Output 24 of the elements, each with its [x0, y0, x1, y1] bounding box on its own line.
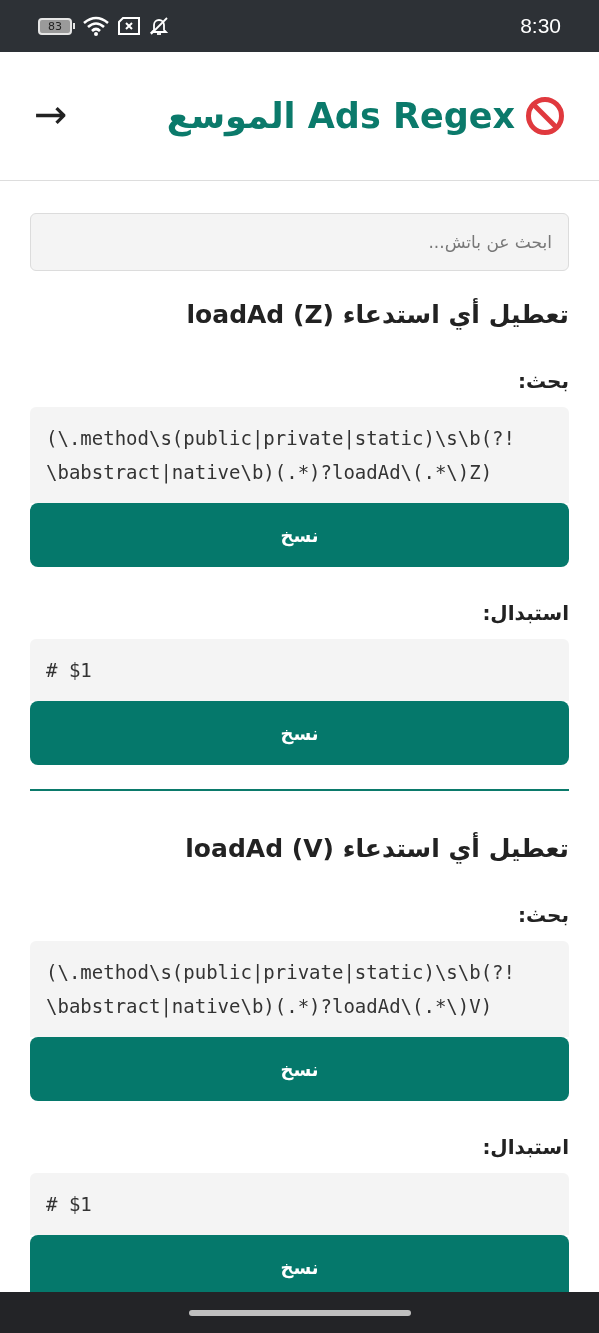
sim-card-icon	[117, 17, 141, 35]
back-button[interactable]: →	[34, 94, 68, 138]
patch-title: تعطيل أي استدعاء (V) loadAd	[184, 831, 569, 866]
field-label: بحث:	[516, 903, 569, 927]
code-text: # $1	[46, 658, 93, 683]
battery-indicator: 83	[38, 17, 72, 35]
field-label: استبدال:	[481, 1135, 569, 1159]
copy-button[interactable]: نسخ	[30, 701, 569, 765]
app-title: Ads Regex الموسع	[166, 94, 515, 139]
search-field[interactable]: ابحث عن باتش...	[30, 213, 569, 271]
muted-bell-icon	[149, 16, 169, 36]
code-text: # $1	[46, 1192, 93, 1217]
patch-title: تعطيل أي استدعاء (Z) loadAd	[185, 297, 569, 332]
code-text: (\.method\s(public|private|static)\s\b(?!\babstract|native\b)(.*)?loadAd\(.*\)Z)	[46, 426, 515, 486]
clock: 8:30	[520, 13, 561, 40]
field-label: استبدال:	[481, 601, 569, 625]
copy-button[interactable]: نسخ	[30, 1235, 569, 1292]
copy-button[interactable]: نسخ	[30, 503, 569, 567]
field-label: بحث:	[516, 369, 569, 393]
code-text: (\.method\s(public|private|static)\s\b(?!\babstract|native\b)(.*)?loadAd\(.*\)V)	[46, 960, 515, 1020]
prohibited-icon	[525, 96, 565, 136]
home-indicator[interactable]	[188, 1309, 411, 1316]
copy-button[interactable]: نسخ	[30, 1037, 569, 1101]
wifi-icon	[83, 16, 109, 36]
